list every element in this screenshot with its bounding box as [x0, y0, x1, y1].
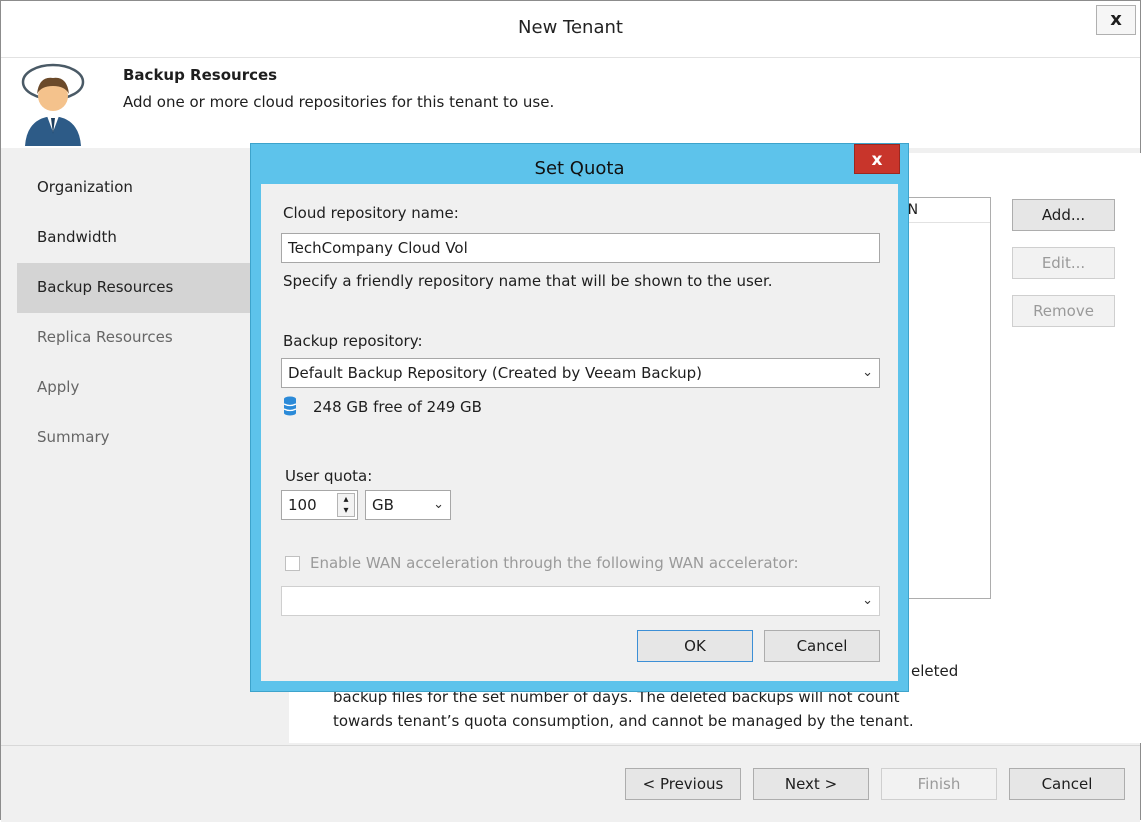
set-quota-dialog: Set Quota x Cloud repository name: TechC… — [250, 143, 909, 692]
previous-button[interactable]: < Previous — [625, 768, 741, 800]
chevron-down-icon: ⌄ — [862, 593, 873, 608]
decrement-icon[interactable]: ▾ — [338, 505, 354, 516]
step-organization[interactable]: Organization — [17, 163, 265, 213]
quota-unit-select[interactable]: GB ⌄ — [365, 490, 451, 520]
backup-repo-value: Default Backup Repository (Created by Ve… — [288, 364, 702, 382]
chevron-down-icon: ⌄ — [433, 497, 444, 512]
note-line-3: towards tenant’s quota consumption, and … — [333, 712, 914, 730]
note-fragment: eleted — [911, 662, 959, 680]
window-close-button[interactable]: x — [1096, 5, 1136, 35]
step-backup-resources[interactable]: Backup Resources — [17, 263, 265, 313]
user-quota-input[interactable]: 100 ▴ ▾ — [281, 490, 358, 520]
dialog-cancel-button[interactable]: Cancel — [764, 630, 880, 662]
repo-name-input[interactable]: TechCompany Cloud Vol — [281, 233, 880, 263]
header-title: Backup Resources — [123, 66, 278, 84]
finish-button[interactable]: Finish — [881, 768, 997, 800]
add-button[interactable]: Add... — [1012, 199, 1115, 231]
cancel-button[interactable]: Cancel — [1009, 768, 1125, 800]
tenant-user-icon — [21, 63, 85, 146]
wizard-footer: < Previous Next > Finish Cancel — [1, 745, 1140, 822]
step-bandwidth[interactable]: Bandwidth — [17, 213, 265, 263]
next-button[interactable]: Next > — [753, 768, 869, 800]
increment-icon[interactable]: ▴ — [338, 494, 354, 505]
step-apply[interactable]: Apply — [17, 363, 265, 413]
user-quota-value: 100 — [288, 496, 317, 514]
chevron-down-icon: ⌄ — [862, 365, 873, 380]
wan-acceleration-label: Enable WAN acceleration through the foll… — [310, 554, 799, 572]
ok-button[interactable]: OK — [637, 630, 753, 662]
edit-button[interactable]: Edit... — [1012, 247, 1115, 279]
user-quota-label: User quota: — [285, 467, 373, 485]
database-icon — [283, 396, 297, 416]
header-description: Add one or more cloud repositories for t… — [123, 93, 555, 111]
remove-button[interactable]: Remove — [1012, 295, 1115, 327]
dialog-body: Cloud repository name: TechCompany Cloud… — [261, 184, 898, 681]
repo-name-hint: Specify a friendly repository name that … — [283, 272, 773, 290]
backup-repo-label: Backup repository: — [283, 332, 423, 350]
dialog-title: Set Quota — [534, 158, 625, 179]
wizard-header: Backup Resources Add one or more cloud r… — [1, 57, 1140, 148]
wan-acceleration-checkbox[interactable] — [285, 556, 300, 571]
quota-stepper[interactable]: ▴ ▾ — [337, 493, 355, 517]
quota-unit-value: GB — [372, 496, 394, 514]
repo-name-label: Cloud repository name: — [283, 204, 459, 222]
step-replica-resources[interactable]: Replica Resources — [17, 313, 265, 363]
wizard-steps: Organization Bandwidth Backup Resources … — [17, 163, 265, 463]
wan-accelerator-select[interactable]: ⌄ — [281, 586, 880, 616]
window-title: New Tenant — [518, 17, 623, 38]
backup-repo-select[interactable]: Default Backup Repository (Created by Ve… — [281, 358, 880, 388]
window-titlebar: New Tenant x — [1, 1, 1140, 57]
free-space-text: 248 GB free of 249 GB — [313, 398, 482, 416]
dialog-close-button[interactable]: x — [854, 144, 900, 174]
step-summary[interactable]: Summary — [17, 413, 265, 463]
